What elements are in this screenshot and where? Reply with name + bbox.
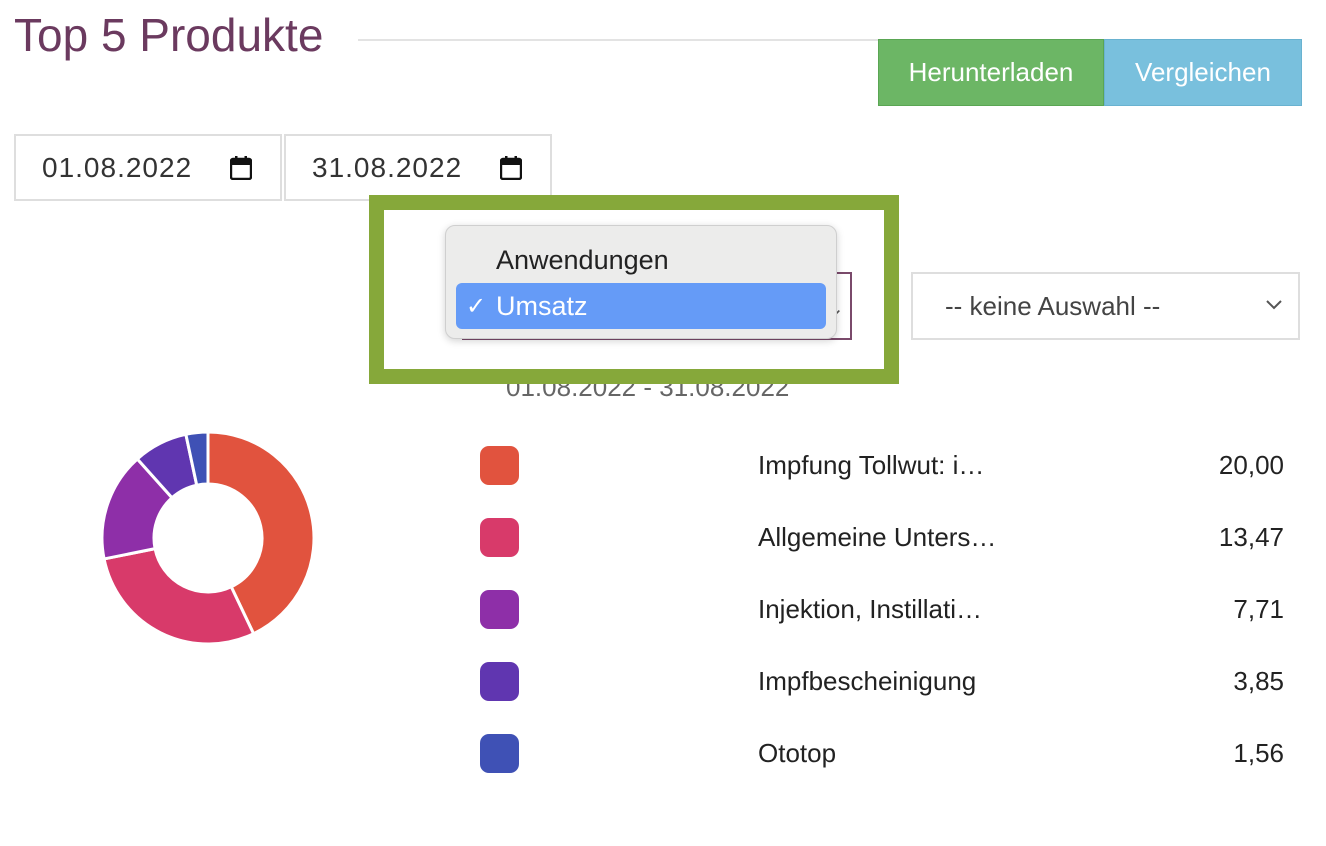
donut-chart	[100, 430, 316, 646]
legend-row[interactable]: Ototop 1,56	[480, 734, 1286, 774]
legend-row[interactable]: Injektion, Instillati… 7,71	[480, 590, 1286, 630]
legend-value: 7,71	[1233, 594, 1284, 624]
legend-swatch	[480, 446, 519, 485]
calendar-icon[interactable]	[500, 156, 522, 180]
download-button[interactable]: Herunterladen	[878, 39, 1104, 106]
legend-swatch	[480, 734, 519, 773]
chevron-down-icon	[1266, 300, 1282, 310]
legend-label: Ototop	[758, 738, 837, 768]
legend-row[interactable]: Allgemeine Unters… 13,47	[480, 518, 1286, 558]
legend-row[interactable]: Impfung Tollwut: i… 20,00	[480, 446, 1286, 486]
option-anwendungen[interactable]: Anwendungen	[456, 237, 826, 283]
calendar-icon[interactable]	[230, 156, 252, 180]
page-title: Top 5 Produkte	[14, 9, 324, 61]
option-label: Umsatz	[496, 290, 588, 321]
legend-label: Impfung Tollwut: i…	[758, 450, 985, 480]
legend-swatch	[480, 590, 519, 629]
compare-button[interactable]: Vergleichen	[1104, 39, 1302, 106]
filter-select[interactable]: -- keine Auswahl --	[911, 272, 1300, 340]
legend-value: 20,00	[1218, 450, 1284, 480]
date-to-input[interactable]: 31.08.2022	[284, 134, 552, 201]
legend-label: Allgemeine Unters…	[758, 522, 997, 552]
date-from-value: 01.08.2022	[42, 151, 193, 183]
legend-row[interactable]: Impfbescheinigung 3,85	[480, 662, 1286, 702]
legend-swatch	[480, 518, 519, 557]
legend-swatch	[480, 662, 519, 701]
option-label: Anwendungen	[496, 244, 669, 275]
date-to-value: 31.08.2022	[312, 151, 463, 183]
legend-value: 1,56	[1233, 738, 1284, 768]
checkmark-icon: ✓	[465, 292, 487, 320]
metric-dropdown-menu: Anwendungen ✓ Umsatz	[445, 225, 837, 339]
legend-label: Impfbescheinigung	[758, 666, 977, 696]
option-umsatz[interactable]: ✓ Umsatz	[456, 283, 826, 329]
legend-value: 13,47	[1218, 522, 1284, 552]
legend-label: Injektion, Instillati…	[758, 594, 982, 624]
filter-select-value: -- keine Auswahl --	[945, 290, 1161, 321]
date-from-input[interactable]: 01.08.2022	[14, 134, 282, 201]
donut-slice[interactable]	[102, 546, 256, 646]
legend-value: 3,85	[1233, 666, 1284, 696]
